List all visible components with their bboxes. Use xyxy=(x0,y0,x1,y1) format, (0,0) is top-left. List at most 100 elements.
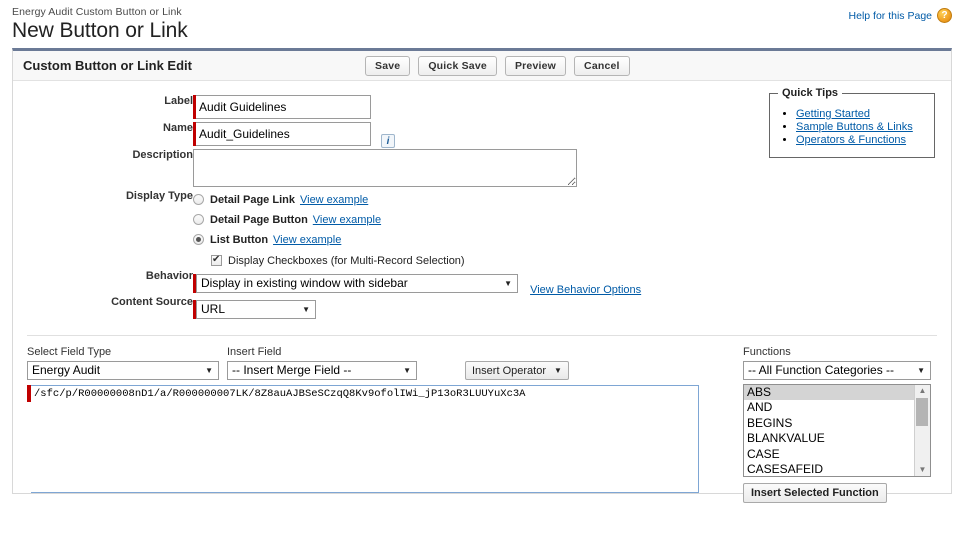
field-type-select[interactable]: Energy Audit ▼ xyxy=(27,361,219,380)
radio-label: Detail Page Link xyxy=(210,193,295,206)
scroll-up-arrow-icon[interactable]: ▲ xyxy=(915,385,930,397)
chevron-down-icon: ▼ xyxy=(917,366,925,375)
checkbox-checked-icon[interactable] xyxy=(211,253,222,266)
functions-label: Functions xyxy=(743,346,791,358)
chevron-down-icon: ▼ xyxy=(205,366,213,375)
quick-tip-sample-buttons-link[interactable]: Sample Buttons & Links xyxy=(796,121,913,133)
functions-list: ABS AND BEGINS BLANKVALUE CASE CASESAFEI… xyxy=(744,385,914,476)
function-category-value: -- All Function Categories -- xyxy=(748,363,895,377)
functions-panel: Functions -- All Function Categories -- … xyxy=(743,346,935,503)
function-category-select[interactable]: -- All Function Categories -- ▼ xyxy=(743,361,931,380)
radio-list-button[interactable]: List Button View example xyxy=(193,230,641,249)
formula-editor: Select Field Type Energy Audit ▼ Insert … xyxy=(13,336,951,503)
behavior-select-value: Display in existing window with sidebar xyxy=(201,276,408,290)
content-source-select[interactable]: URL ▼ xyxy=(196,300,316,319)
question-mark-icon[interactable]: ? xyxy=(937,8,952,23)
formula-textarea[interactable]: /sfc/p/R00000008nD1/a/R000000007LK/8Z8au… xyxy=(31,385,699,493)
quick-tips-title: Quick Tips xyxy=(778,87,843,99)
view-example-link[interactable]: View example xyxy=(313,214,381,226)
list-item[interactable]: ABS xyxy=(744,385,914,401)
help-for-this-page-link[interactable]: Help for this Page xyxy=(849,10,932,22)
chevron-down-icon: ▼ xyxy=(403,366,411,375)
info-icon[interactable]: i xyxy=(381,134,396,148)
panel-title: Custom Button or Link Edit xyxy=(23,58,192,73)
list-item: Operators & Functions xyxy=(796,134,934,146)
name-input[interactable] xyxy=(196,122,371,146)
quick-save-button[interactable]: Quick Save xyxy=(418,55,497,76)
quick-tip-getting-started-link[interactable]: Getting Started xyxy=(796,108,870,120)
quick-tip-operators-functions-link[interactable]: Operators & Functions xyxy=(796,134,906,146)
label-field-label: Label xyxy=(164,95,193,107)
display-checkboxes-row[interactable]: Display Checkboxes (for Multi-Record Sel… xyxy=(211,251,641,270)
display-type-label: Display Type xyxy=(125,190,193,202)
behavior-select[interactable]: Display in existing window with sidebar … xyxy=(196,274,518,293)
preview-button[interactable]: Preview xyxy=(504,55,567,76)
content-source-label: Content Source xyxy=(111,296,193,308)
form-row-display-type: Display Type Detail Page Link View examp… xyxy=(13,190,641,270)
form-row-content-source: Content Source URL ▼ xyxy=(13,296,641,322)
list-item[interactable]: BEGINS xyxy=(744,416,914,431)
panel-titlebar: Custom Button or Link Edit Save Quick Sa… xyxy=(13,51,951,81)
chevron-down-icon: ▼ xyxy=(302,305,310,314)
radio-label: List Button xyxy=(210,233,269,246)
functions-listbox[interactable]: ABS AND BEGINS BLANKVALUE CASE CASESAFEI… xyxy=(743,384,931,477)
insert-operator-button[interactable]: Insert Operator ▼ xyxy=(465,361,569,380)
description-field-label: Description xyxy=(132,149,193,161)
radio-button-circle[interactable] xyxy=(193,214,204,225)
label-input[interactable] xyxy=(196,95,371,119)
label-field-wrap xyxy=(193,95,371,119)
view-example-link[interactable]: View example xyxy=(300,194,368,206)
main-form-table: Label Name i xyxy=(13,95,641,322)
name-field-label: Name xyxy=(163,122,193,134)
view-behavior-options-link[interactable]: View Behavior Options xyxy=(530,284,641,296)
content-source-field-wrap: URL ▼ xyxy=(193,300,316,319)
view-example-link[interactable]: View example xyxy=(273,234,341,246)
scrollbar-thumb[interactable] xyxy=(916,398,928,426)
field-type-select-value: Energy Audit xyxy=(32,363,101,377)
behavior-field-wrap: Display in existing window with sidebar … xyxy=(193,274,518,293)
radio-button-circle-selected[interactable] xyxy=(193,234,204,245)
list-item[interactable]: CASE xyxy=(744,447,914,462)
radio-detail-page-button[interactable]: Detail Page Button View example xyxy=(193,210,641,229)
insert-selected-function-button[interactable]: Insert Selected Function xyxy=(743,483,887,503)
form-row-description: Description xyxy=(13,149,641,190)
list-item: Getting Started xyxy=(796,108,934,120)
name-field-wrap xyxy=(193,122,371,146)
insert-operator-label: Insert Operator xyxy=(472,364,546,377)
form-body: Label Name i xyxy=(13,81,951,327)
cancel-button[interactable]: Cancel xyxy=(574,55,630,76)
insert-field-group: Insert Field -- Insert Merge Field -- ▼ xyxy=(227,346,443,380)
select-field-type-group: Select Field Type Energy Audit ▼ xyxy=(27,346,223,380)
scroll-down-arrow-icon[interactable]: ▼ xyxy=(915,464,930,476)
quick-tips-box: Quick Tips Getting Started Sample Button… xyxy=(769,87,935,158)
help-block: Help for this Page ? xyxy=(849,8,952,23)
description-textarea[interactable] xyxy=(193,149,577,187)
breadcrumb: Energy Audit Custom Button or Link xyxy=(12,6,182,18)
quick-tips-list: Getting Started Sample Buttons & Links O… xyxy=(770,108,934,146)
list-item: Sample Buttons & Links xyxy=(796,121,934,133)
radio-detail-page-link[interactable]: Detail Page Link View example xyxy=(193,190,641,209)
list-item[interactable]: AND xyxy=(744,400,914,415)
form-row-behavior: Behavior Display in existing window with… xyxy=(13,270,641,296)
insert-field-select-value: -- Insert Merge Field -- xyxy=(232,363,352,377)
content-source-select-value: URL xyxy=(201,302,226,316)
page-header: Energy Audit Custom Button or Link New B… xyxy=(0,0,962,48)
list-item[interactable]: CASESAFEID xyxy=(744,462,914,476)
chevron-down-icon: ▼ xyxy=(553,366,562,375)
display-checkboxes-label: Display Checkboxes (for Multi-Record Sel… xyxy=(228,254,465,267)
list-item[interactable]: BLANKVALUE xyxy=(744,431,914,446)
custom-button-edit-panel: Custom Button or Link Edit Save Quick Sa… xyxy=(12,48,952,503)
behavior-label: Behavior xyxy=(145,270,193,282)
radio-button-circle[interactable] xyxy=(193,194,204,205)
functions-scrollbar[interactable]: ▲ ▼ xyxy=(914,385,930,476)
chevron-down-icon: ▼ xyxy=(504,279,512,288)
save-button[interactable]: Save xyxy=(364,55,411,76)
select-field-type-label: Select Field Type xyxy=(27,346,112,358)
insert-field-label: Insert Field xyxy=(227,346,282,358)
panel-button-group: Save Quick Save Preview Cancel xyxy=(364,55,630,76)
page-title: New Button or Link xyxy=(12,19,188,42)
radio-label: Detail Page Button xyxy=(210,213,308,226)
form-row-label: Label xyxy=(13,95,641,122)
form-row-name: Name i xyxy=(13,122,641,149)
insert-field-select[interactable]: -- Insert Merge Field -- ▼ xyxy=(227,361,417,380)
